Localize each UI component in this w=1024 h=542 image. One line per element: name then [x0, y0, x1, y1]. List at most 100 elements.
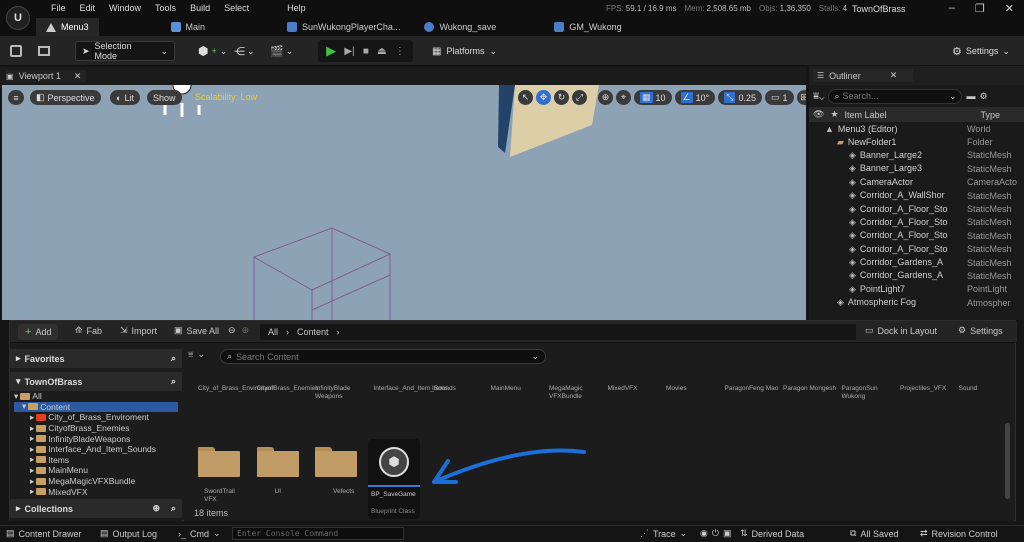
- gear-icon[interactable]: ⚙: [979, 91, 987, 102]
- cmd-dropdown[interactable]: ›_ Cmd ⌄: [178, 528, 221, 539]
- chevron-right-icon[interactable]: ▸: [30, 433, 34, 444]
- rotate-tool-icon[interactable]: ↻: [554, 90, 569, 105]
- chevron-right-icon[interactable]: ▸: [30, 486, 34, 497]
- close-icon[interactable]: ✕: [1005, 2, 1014, 15]
- show-button[interactable]: Show: [147, 90, 182, 105]
- star-icon[interactable]: ★: [830, 109, 838, 120]
- output-log-button[interactable]: ▤ Output Log: [100, 528, 157, 539]
- tab-menu3[interactable]: Menu3: [36, 18, 99, 36]
- folder-tile[interactable]: UI: [256, 447, 312, 511]
- outliner-row[interactable]: ◈ Atmospheric Fog Atmospher: [809, 296, 1024, 309]
- chevron-right-icon[interactable]: ▸: [30, 476, 34, 487]
- tab-gm-wukong[interactable]: GM_Wukong: [544, 18, 631, 36]
- world-local-icon[interactable]: ⊕: [598, 90, 613, 105]
- add-button[interactable]: + Add: [18, 324, 59, 340]
- add-actor-button[interactable]: ⬢ + ⌄: [198, 41, 227, 61]
- scale-tool-icon[interactable]: ⤢: [572, 90, 587, 105]
- menu-select[interactable]: Select: [217, 3, 256, 13]
- folder-tree-item[interactable]: ▸ City_of_Brass_Enviroment: [14, 412, 178, 423]
- folder-tile[interactable]: SwordTrail VFX: [198, 447, 253, 511]
- chevron-right-icon[interactable]: ▸: [30, 465, 34, 476]
- revision-control-button[interactable]: ⇄ Revision Control: [920, 528, 998, 539]
- save-all-button[interactable]: ▣ Save All: [174, 325, 219, 336]
- all-saved-button[interactable]: ⧉ All Saved: [850, 528, 898, 539]
- folder-tile[interactable]: City_of_Brass_Enviroment: [198, 385, 275, 393]
- outliner-row[interactable]: ▲ Menu3 (Editor) World: [809, 122, 1024, 135]
- power-icon[interactable]: ⏻: [712, 528, 719, 539]
- maximize-icon[interactable]: ❐: [975, 2, 985, 15]
- import-button[interactable]: ⇲ Import: [120, 325, 157, 336]
- tab-viewport-1[interactable]: ▣ Viewport 1 ✕: [6, 70, 86, 82]
- visibility-icon[interactable]: 👁: [813, 109, 824, 120]
- folder-tree-item[interactable]: ▾ Content: [14, 401, 178, 413]
- tab-main[interactable]: Main: [161, 18, 216, 36]
- folder-tile[interactable]: MainMenu: [491, 385, 546, 393]
- selection-mode-dropdown[interactable]: ➤ Selection Mode ⌄: [75, 41, 175, 61]
- outliner-search-input[interactable]: ⌕ Search... ⌄: [828, 88, 963, 104]
- derived-data-button[interactable]: ⇅ Derived Data: [740, 528, 804, 539]
- filter-button[interactable]: ⩸ ⌄: [188, 349, 205, 360]
- tab-wukong-save[interactable]: Wukong_save: [414, 18, 506, 36]
- col-type[interactable]: Type: [981, 110, 1001, 120]
- project-header[interactable]: ▾ TownOfBrass ⌕: [10, 372, 182, 391]
- outliner-row[interactable]: ◈ Corridor_A_Floor_Sto StaticMesh: [809, 243, 1024, 256]
- folder-tree-item[interactable]: ▾ All: [14, 391, 178, 402]
- menu-file[interactable]: File: [44, 3, 73, 13]
- folder-tile[interactable]: Projectiles_VFX: [900, 385, 955, 393]
- step-icon[interactable]: ▶|: [344, 46, 354, 57]
- add-collection-icon[interactable]: ⊕: [152, 503, 160, 514]
- select-tool-icon[interactable]: ↖: [518, 90, 533, 105]
- folder-tile[interactable]: MegaMagic VFXBundle: [549, 385, 604, 401]
- hamburger-icon[interactable]: ≡: [8, 90, 24, 105]
- trace-button[interactable]: ⋰ Trace ⌄: [640, 528, 687, 539]
- folder-tree-item[interactable]: ▸ Items: [14, 454, 178, 466]
- folder-tree-item[interactable]: ▸ MegaMagicVFXBundle: [14, 476, 178, 487]
- outliner-row[interactable]: ▰ NewFolder1 Folder: [809, 135, 1024, 148]
- favorites-header[interactable]: ▸ Favorites ⌕: [10, 349, 182, 368]
- folder-tile[interactable]: InfinityBlade Weapons: [315, 385, 370, 401]
- chevron-right-icon[interactable]: ▸: [30, 423, 34, 434]
- chevron-right-icon[interactable]: ▸: [30, 412, 34, 423]
- eject-icon[interactable]: ⏏: [377, 46, 386, 57]
- close-icon[interactable]: ✕: [890, 70, 898, 81]
- outliner-row[interactable]: ◈ Corridor_A_Floor_Sto StaticMesh: [809, 216, 1024, 229]
- lit-button[interactable]: ◐ Lit: [110, 90, 140, 105]
- outliner-row[interactable]: ◈ Corridor_Gardens_A StaticMesh: [809, 269, 1024, 282]
- close-icon[interactable]: ✕: [74, 71, 82, 82]
- folder-tile[interactable]: Movies: [666, 385, 721, 393]
- breadcrumb-all[interactable]: All: [268, 327, 278, 337]
- browse-icon[interactable]: [38, 41, 50, 61]
- record-icon[interactable]: ◉: [700, 528, 708, 539]
- play-icon[interactable]: ▶: [326, 43, 336, 59]
- folder-tree-item[interactable]: ▸ MixedVFX: [14, 486, 178, 497]
- folder-tile[interactable]: Vefects: [315, 447, 370, 511]
- scalability-warning[interactable]: Scalability: Low: [195, 92, 257, 102]
- forward-icon[interactable]: ⊕: [242, 325, 250, 336]
- menu-edit[interactable]: Edit: [73, 3, 103, 13]
- grid-snap-button[interactable]: ▦ 10: [634, 90, 672, 105]
- chevron-down-icon[interactable]: ▾: [22, 401, 26, 412]
- fab-button[interactable]: ⟰ Fab: [75, 325, 102, 336]
- outliner-row[interactable]: ◈ Corridor_A_WallShor StaticMesh: [809, 189, 1024, 202]
- minimize-icon[interactable]: –: [949, 2, 955, 15]
- level-viewport[interactable]: ≡ ◧ Perspective ◐ Lit Show Scalability: Lo…: [2, 85, 806, 320]
- filter-icon[interactable]: ⩸⌄: [813, 91, 824, 102]
- tab-sunwukong[interactable]: SunWukongPlayerCha...: [277, 18, 410, 36]
- folder-tile[interactable]: Paragon Mongesh: [783, 385, 838, 393]
- save-icon[interactable]: [10, 41, 22, 61]
- settings-button[interactable]: ⚙ Settings ⌄: [952, 41, 1010, 61]
- asset-scrollbar[interactable]: [1005, 423, 1010, 499]
- chevron-down-icon[interactable]: ▾: [14, 391, 18, 402]
- cinematics-button[interactable]: 🎬 ⌄: [270, 41, 293, 61]
- unreal-logo[interactable]: U: [6, 6, 30, 30]
- outliner-row[interactable]: ◈ PointLight7 PointLight: [809, 283, 1024, 296]
- folder-tile[interactable]: Sound: [959, 385, 1014, 393]
- asset-bp-savegame[interactable]: ⬢ BP_SaveGame Blueprint Class: [368, 439, 420, 519]
- folder-tree-item[interactable]: ▸ MainMenu: [14, 465, 178, 476]
- outliner-row[interactable]: ◈ Corridor_A_Floor_Sto StaticMesh: [809, 202, 1024, 215]
- outliner-row[interactable]: ◈ CameraActor CameraActo: [809, 176, 1024, 189]
- more-icon[interactable]: ⋮: [395, 46, 405, 57]
- outliner-row[interactable]: ◈ Corridor_Gardens_A StaticMesh: [809, 256, 1024, 269]
- folder-tree-item[interactable]: ▸ InfinityBladeWeapons: [14, 433, 178, 444]
- folder-tile[interactable]: Items: [432, 385, 487, 393]
